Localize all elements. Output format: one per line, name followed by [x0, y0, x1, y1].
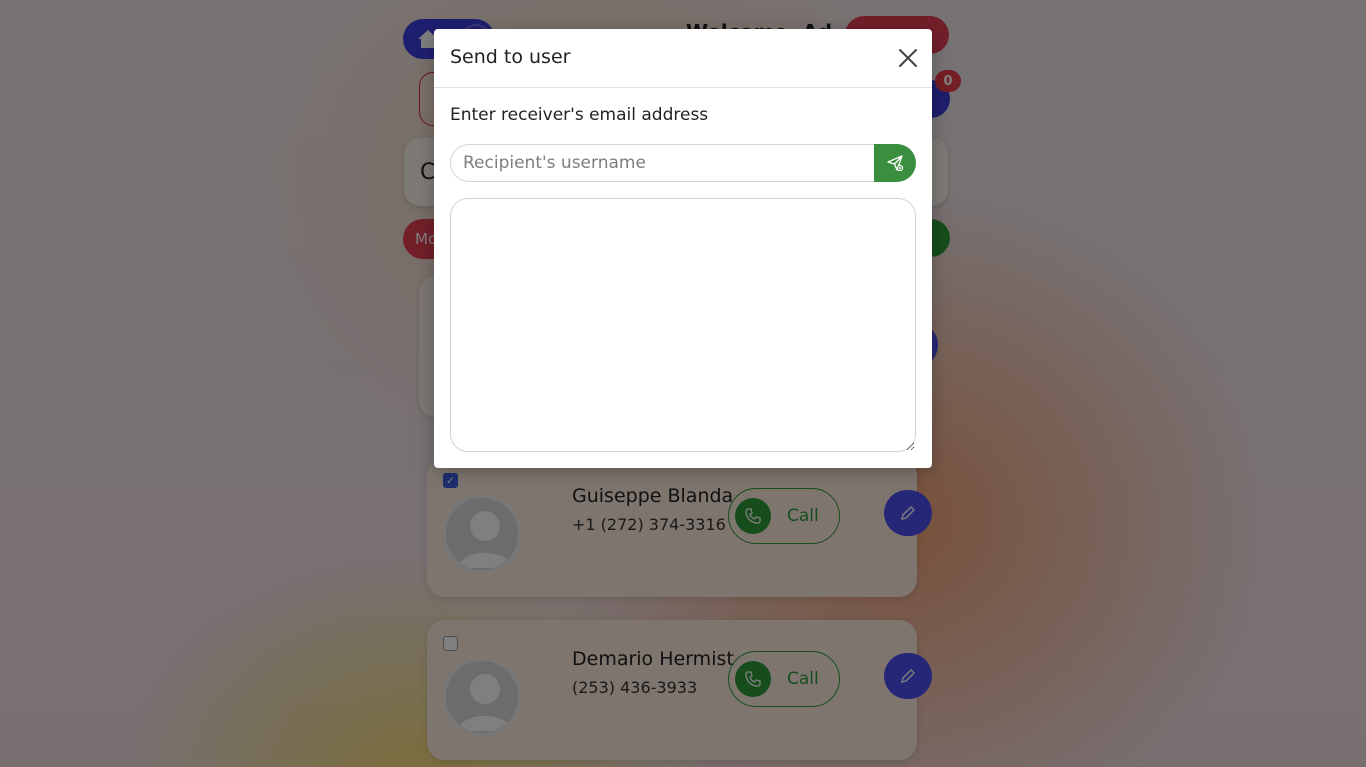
modal-title: Send to user — [450, 46, 571, 68]
recipient-input[interactable] — [450, 144, 874, 182]
email-label: Enter receiver's email address — [450, 105, 709, 125]
close-icon — [899, 49, 917, 67]
send-icon — [887, 155, 904, 172]
send-to-user-dialog: Send to user Enter receiver's email addr… — [434, 29, 932, 468]
send-button[interactable] — [874, 144, 916, 182]
message-textarea[interactable] — [450, 198, 916, 452]
close-button[interactable] — [897, 47, 919, 69]
modal-header: Send to user — [434, 29, 932, 88]
recipient-input-group — [450, 144, 916, 182]
